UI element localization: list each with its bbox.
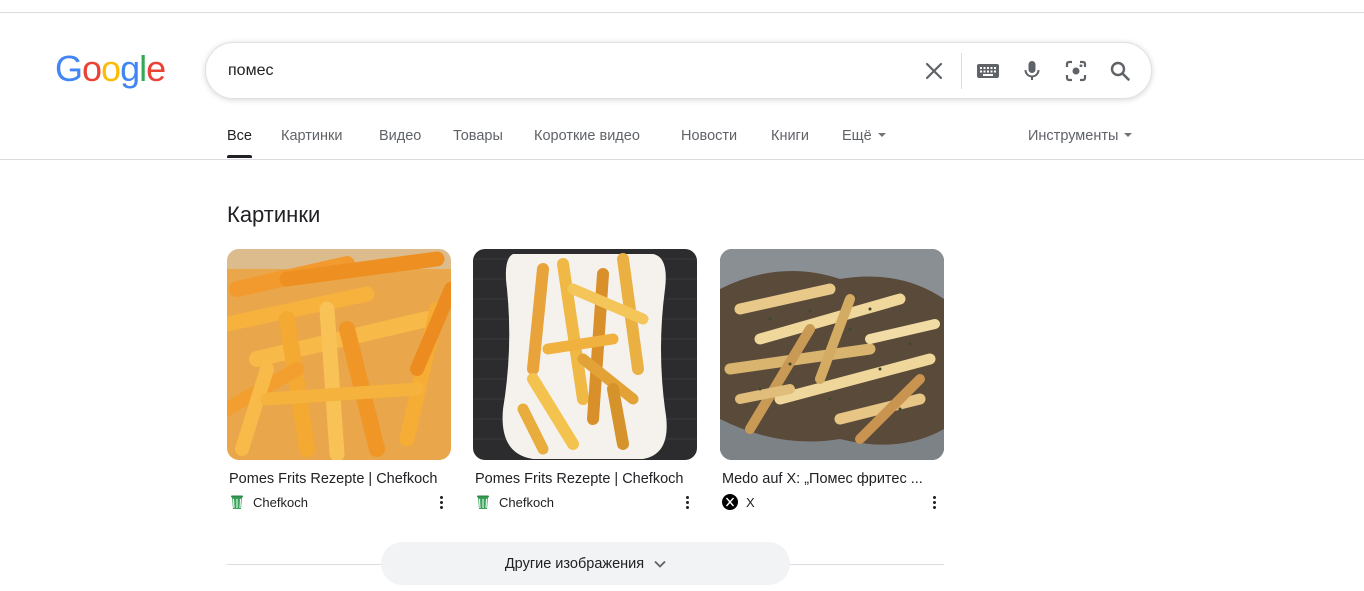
keyboard-icon[interactable] [974,57,1002,85]
chefkoch-icon [475,494,491,510]
camera-search-icon[interactable] [1062,57,1090,85]
image-card-title[interactable]: Pomes Frits Rezepte | Chefkoch [475,470,695,488]
image-card-source[interactable]: Chefkoch [475,493,554,511]
google-logo[interactable]: Google [55,49,166,89]
search-input[interactable] [228,60,908,82]
active-tab-indicator [227,155,252,158]
tab-all-label: Все [227,128,252,144]
tab-more[interactable]: Ещё [842,126,886,160]
chevron-down-icon [654,560,666,568]
tab-all[interactable]: Все [227,126,252,160]
search-box [205,42,1152,99]
more-images-button[interactable]: Другие изображения [381,542,790,585]
tools-label: Инструменты [1028,128,1119,144]
tab-videos[interactable]: Видео [379,126,421,160]
tab-images-label: Картинки [281,128,343,144]
search-icon[interactable] [1106,57,1134,85]
tabs-divider [0,159,1364,160]
image-card[interactable]: Pomes Frits Rezepte | Chefkoch Chefkoch [473,249,697,514]
more-images-label: Другие изображения [504,555,645,572]
image-thumbnail[interactable] [227,249,451,460]
tab-shopping[interactable]: Товары [453,126,503,160]
image-card[interactable]: Pomes Frits Rezepte | Chefkoch Chefkoch [227,249,451,514]
source-name: Chefkoch [253,494,308,510]
chefkoch-icon [229,494,245,510]
image-thumbnail[interactable] [473,249,697,460]
tab-videos-label: Видео [379,128,422,144]
tab-books-label: Книги [771,128,809,144]
tab-shopping-label: Товары [453,128,503,144]
tab-news[interactable]: Новости [681,126,737,160]
tab-images[interactable]: Картинки [281,126,342,160]
tab-books[interactable]: Книги [771,126,809,160]
image-card[interactable]: Medo auf X: „Помес фритес ... X [720,249,944,514]
image-card-title[interactable]: Medo auf X: „Помес фритес ... [722,470,942,488]
x-logo-icon [722,494,738,510]
source-name: X [746,494,755,510]
image-thumbnail[interactable] [720,249,944,460]
tools-button[interactable]: Инструменты [1028,126,1133,146]
image-card-source[interactable]: X [722,493,755,511]
tab-more-label: Ещё [842,128,872,144]
more-options-icon[interactable] [928,493,940,511]
more-options-icon[interactable] [681,493,693,511]
search-divider [961,53,962,89]
more-options-icon[interactable] [435,493,447,511]
search-results-page: Google помес Все Картинки Видео Товары К… [0,0,1364,591]
caret-down-icon [1124,133,1133,138]
source-name: Chefkoch [499,494,554,510]
tab-short-videos-label: Короткие видео [534,128,640,144]
microphone-icon[interactable] [1018,57,1046,85]
tab-news-label: Новости [681,128,738,144]
caret-down-icon [877,133,886,138]
tab-short-videos[interactable]: Короткие видео [534,126,640,160]
image-card-title[interactable]: Pomes Frits Rezepte | Chefkoch [229,470,449,488]
image-card-source[interactable]: Chefkoch [229,493,308,511]
clear-icon[interactable] [920,57,948,85]
images-section-title: Картинки [227,202,321,227]
top-divider [0,12,1364,13]
